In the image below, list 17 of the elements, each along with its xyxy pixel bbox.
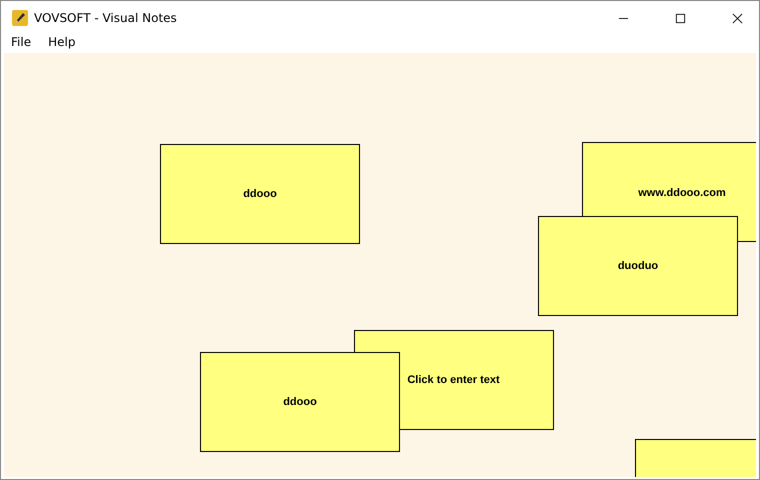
menu-item[interactable]: File [9, 35, 34, 49]
sticky-note[interactable]: www.ddooo.com [582, 142, 756, 216]
note-text: ddooo [283, 396, 317, 408]
window-title: VOVSOFT - Visual Notes [34, 11, 177, 25]
sticky-note-edge[interactable] [354, 330, 400, 352]
sticky-note[interactable]: ddooo [200, 352, 400, 452]
menu-item[interactable]: Help [46, 35, 78, 49]
sticky-note[interactable]: duoduo [538, 216, 738, 316]
note-text: Click to enter text [407, 374, 500, 386]
note-text: www.ddooo.com [638, 186, 726, 198]
close-icon[interactable] [732, 12, 743, 24]
pencil-icon [12, 10, 28, 26]
note-text: ddooo [243, 188, 277, 200]
sticky-note[interactable]: ddooo [160, 144, 360, 244]
note-text: duoduo [618, 260, 658, 272]
maximize-icon[interactable] [675, 12, 686, 24]
sticky-note[interactable]: Click to enter text [400, 330, 554, 430]
